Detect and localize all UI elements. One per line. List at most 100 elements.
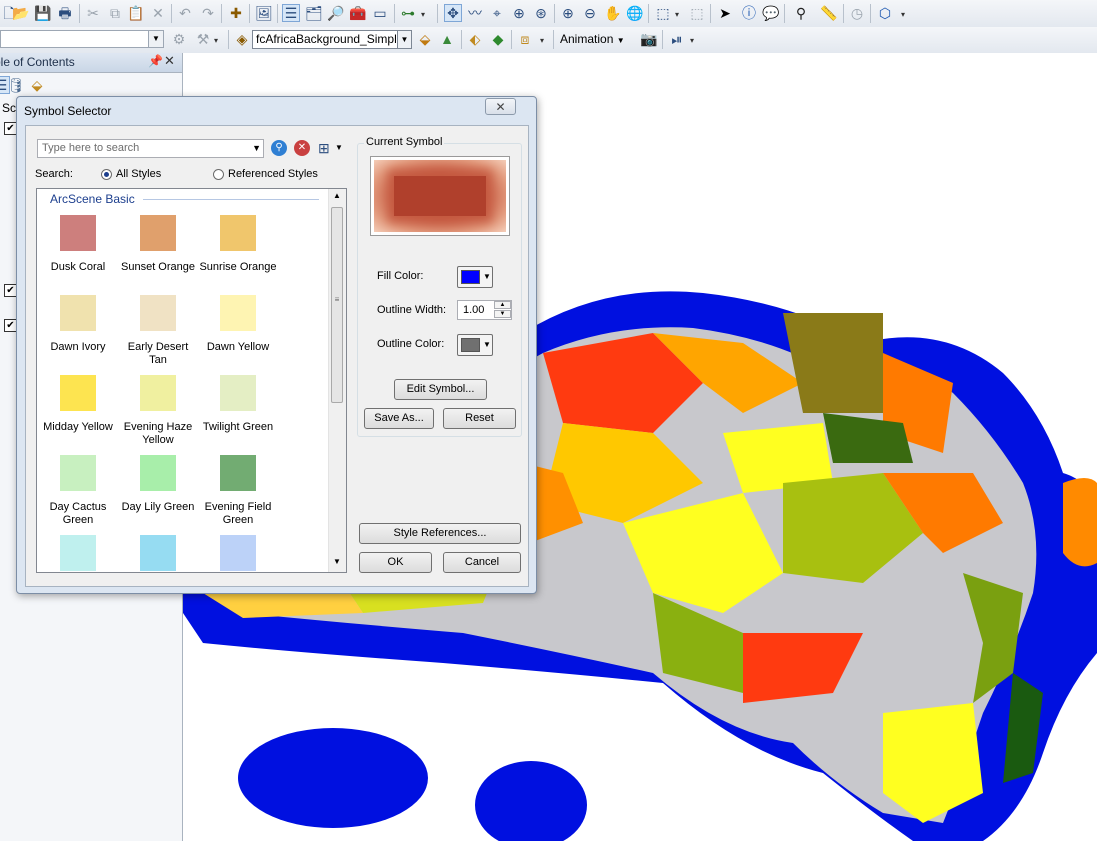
symbol-item[interactable]: Dawn Yellow (198, 295, 278, 354)
layer-combo[interactable]: fcAfricaBackground_Simpl ▼ (252, 30, 412, 49)
clear-selection-icon[interactable]: ⬚ (688, 4, 706, 22)
zoom-out-icon[interactable]: ⊖ (581, 4, 599, 22)
table-of-contents-icon[interactable]: ☰ (282, 4, 300, 22)
paste-icon[interactable]: 📋 (127, 4, 145, 22)
time-slider-icon[interactable]: ◷ (848, 4, 866, 22)
close-icon[interactable]: ✕ (164, 53, 175, 69)
style-references-button[interactable]: Style References... (359, 523, 521, 544)
identify-icon[interactable]: ⓘ (740, 4, 758, 22)
save-as-button[interactable]: Save As... (364, 408, 434, 429)
symbol-item[interactable]: Midday Yellow (38, 375, 118, 434)
symbol-gallery[interactable]: ArcScene Basic Dusk Coral Sunset Orange … (36, 188, 347, 573)
shading-icon[interactable]: ▲ (438, 30, 456, 48)
close-button[interactable]: ✕ (485, 98, 516, 115)
add-data-icon[interactable]: ✚ (227, 4, 245, 22)
symbol-item[interactable]: Dawn Ivory (38, 295, 118, 354)
undo-icon[interactable]: ↶ (176, 4, 194, 22)
symbol-item[interactable]: Early Desert Tan (118, 295, 198, 367)
select-features-icon[interactable]: ⬚ (654, 4, 672, 22)
referenced-styles-radio[interactable] (213, 169, 224, 180)
list-by-visibility-icon[interactable]: ⬙ (28, 76, 46, 94)
model-builder-icon[interactable]: ⊶ (399, 4, 417, 22)
all-styles-radio[interactable] (101, 169, 112, 180)
depth-priority-icon[interactable]: ◆ (489, 30, 507, 48)
toolbar-overflow-icon[interactable]: ▾ (901, 10, 905, 19)
toolbar-overflow-icon[interactable]: ▾ (690, 36, 694, 45)
symbol-item[interactable] (118, 535, 198, 571)
symbol-item[interactable]: Evening Haze Yellow (118, 375, 198, 447)
symbol-item[interactable] (38, 535, 118, 571)
search-window-icon[interactable]: 🔎 (327, 4, 345, 22)
transparency-icon[interactable]: ⚙ (170, 30, 188, 48)
3d-effects-icon[interactable]: ⬡ (876, 4, 894, 22)
scroll-thumb[interactable]: ≡ (331, 207, 343, 403)
graphics-icon[interactable]: ⧈ (516, 30, 534, 48)
edit-symbol-button[interactable]: Edit Symbol... (394, 379, 487, 400)
reset-button[interactable]: Reset (443, 408, 516, 429)
animation-controls-icon[interactable]: ⏯ (668, 30, 686, 48)
pan-icon[interactable]: ✋ (604, 4, 622, 22)
clear-search-icon[interactable]: ✕ (294, 140, 310, 156)
toolbar-separator (662, 30, 663, 49)
ok-button[interactable]: OK (359, 552, 432, 573)
search-icon[interactable]: ⚲ (271, 140, 287, 156)
animation-menu[interactable]: Animation ▼ (560, 32, 625, 46)
search-input[interactable]: Type here to search ▼ (37, 139, 264, 158)
fill-color-picker[interactable]: ▼ (457, 266, 493, 288)
save-icon[interactable]: 💾 (34, 4, 52, 22)
select-elements-icon[interactable]: ➤ (716, 4, 734, 22)
fly-icon[interactable]: 〰 (466, 4, 484, 22)
symbol-item[interactable]: Evening Field Green (198, 455, 278, 527)
catalog-icon[interactable]: 🗂 (305, 4, 323, 22)
all-styles-label[interactable]: All Styles (116, 168, 161, 180)
referenced-styles-label[interactable]: Referenced Styles (228, 168, 318, 180)
symbol-item[interactable]: Twilight Green (198, 375, 278, 434)
delete-icon[interactable]: ✕ (149, 4, 167, 22)
view-mode-icon[interactable]: ⊞ (318, 140, 330, 157)
select-features-dropdown-icon[interactable]: ▾ (675, 10, 679, 19)
lighting-icon[interactable]: ⚒ (194, 30, 212, 48)
redo-icon[interactable]: ↷ (199, 4, 217, 22)
list-by-source-icon[interactable]: 🛢 (7, 76, 25, 94)
editor-layer-combo[interactable]: ▼ (0, 30, 164, 48)
arctoolbox-icon[interactable]: 🧰 (349, 4, 367, 22)
scroll-up-icon[interactable]: ▲ (333, 191, 341, 200)
zoom-to-target-icon[interactable]: ⊕ (510, 4, 528, 22)
background-color-icon[interactable]: 🖼 (255, 4, 273, 22)
copy-icon[interactable]: ⧉ (106, 4, 124, 22)
symbol-item[interactable] (198, 535, 278, 571)
navigate-icon[interactable]: ✥ (444, 4, 462, 22)
find-icon[interactable]: ⚲ (792, 4, 810, 22)
toolbar-overflow-icon[interactable]: ▾ (214, 36, 218, 45)
spin-up-icon[interactable]: ▲ (494, 301, 511, 309)
spin-down-icon[interactable]: ▼ (494, 310, 511, 318)
html-popup-icon[interactable]: 💬 (762, 4, 780, 22)
layer-properties-icon[interactable]: ⬙ (416, 30, 434, 48)
center-on-target-icon[interactable]: ⌖ (488, 4, 506, 22)
cut-icon[interactable]: ✂ (84, 4, 102, 22)
outline-width-spinner[interactable]: ▲ ▼ (494, 301, 511, 319)
scroll-down-icon[interactable]: ▼ (333, 557, 341, 566)
symbol-item[interactable]: Sunrise Orange (198, 215, 278, 274)
symbol-item[interactable]: Sunset Orange (118, 215, 198, 274)
toolbar-overflow-icon[interactable]: ▾ (421, 10, 425, 19)
measure-icon[interactable]: 📏 (820, 4, 838, 22)
pin-icon[interactable]: 📌 (148, 54, 163, 68)
zoom-in-icon[interactable]: ⊕ (559, 4, 577, 22)
python-window-icon[interactable]: ▭ (371, 4, 389, 22)
chevron-down-icon[interactable]: ▼ (335, 143, 343, 152)
capture-view-icon[interactable]: 📷 (640, 30, 658, 48)
symbol-item[interactable]: Day Lily Green (118, 455, 198, 514)
symbol-item[interactable]: Dusk Coral (38, 215, 118, 274)
symbol-item[interactable]: Day Cactus Green (38, 455, 118, 527)
gallery-scrollbar[interactable]: ▲ ≡ ▼ (328, 189, 346, 572)
cancel-button[interactable]: Cancel (443, 552, 521, 573)
set-observer-icon[interactable]: ⊛ (532, 4, 550, 22)
open-folder-icon[interactable]: 📂 (12, 4, 30, 22)
face-culling-icon[interactable]: ⬖ (466, 30, 484, 48)
print-icon[interactable]: 🖶 (56, 4, 74, 22)
full-extent-icon[interactable]: 🌐 (626, 4, 644, 22)
toolbar-overflow-icon[interactable]: ▾ (540, 36, 544, 45)
chevron-down-icon: ▼ (483, 272, 491, 281)
outline-color-picker[interactable]: ▼ (457, 334, 493, 356)
